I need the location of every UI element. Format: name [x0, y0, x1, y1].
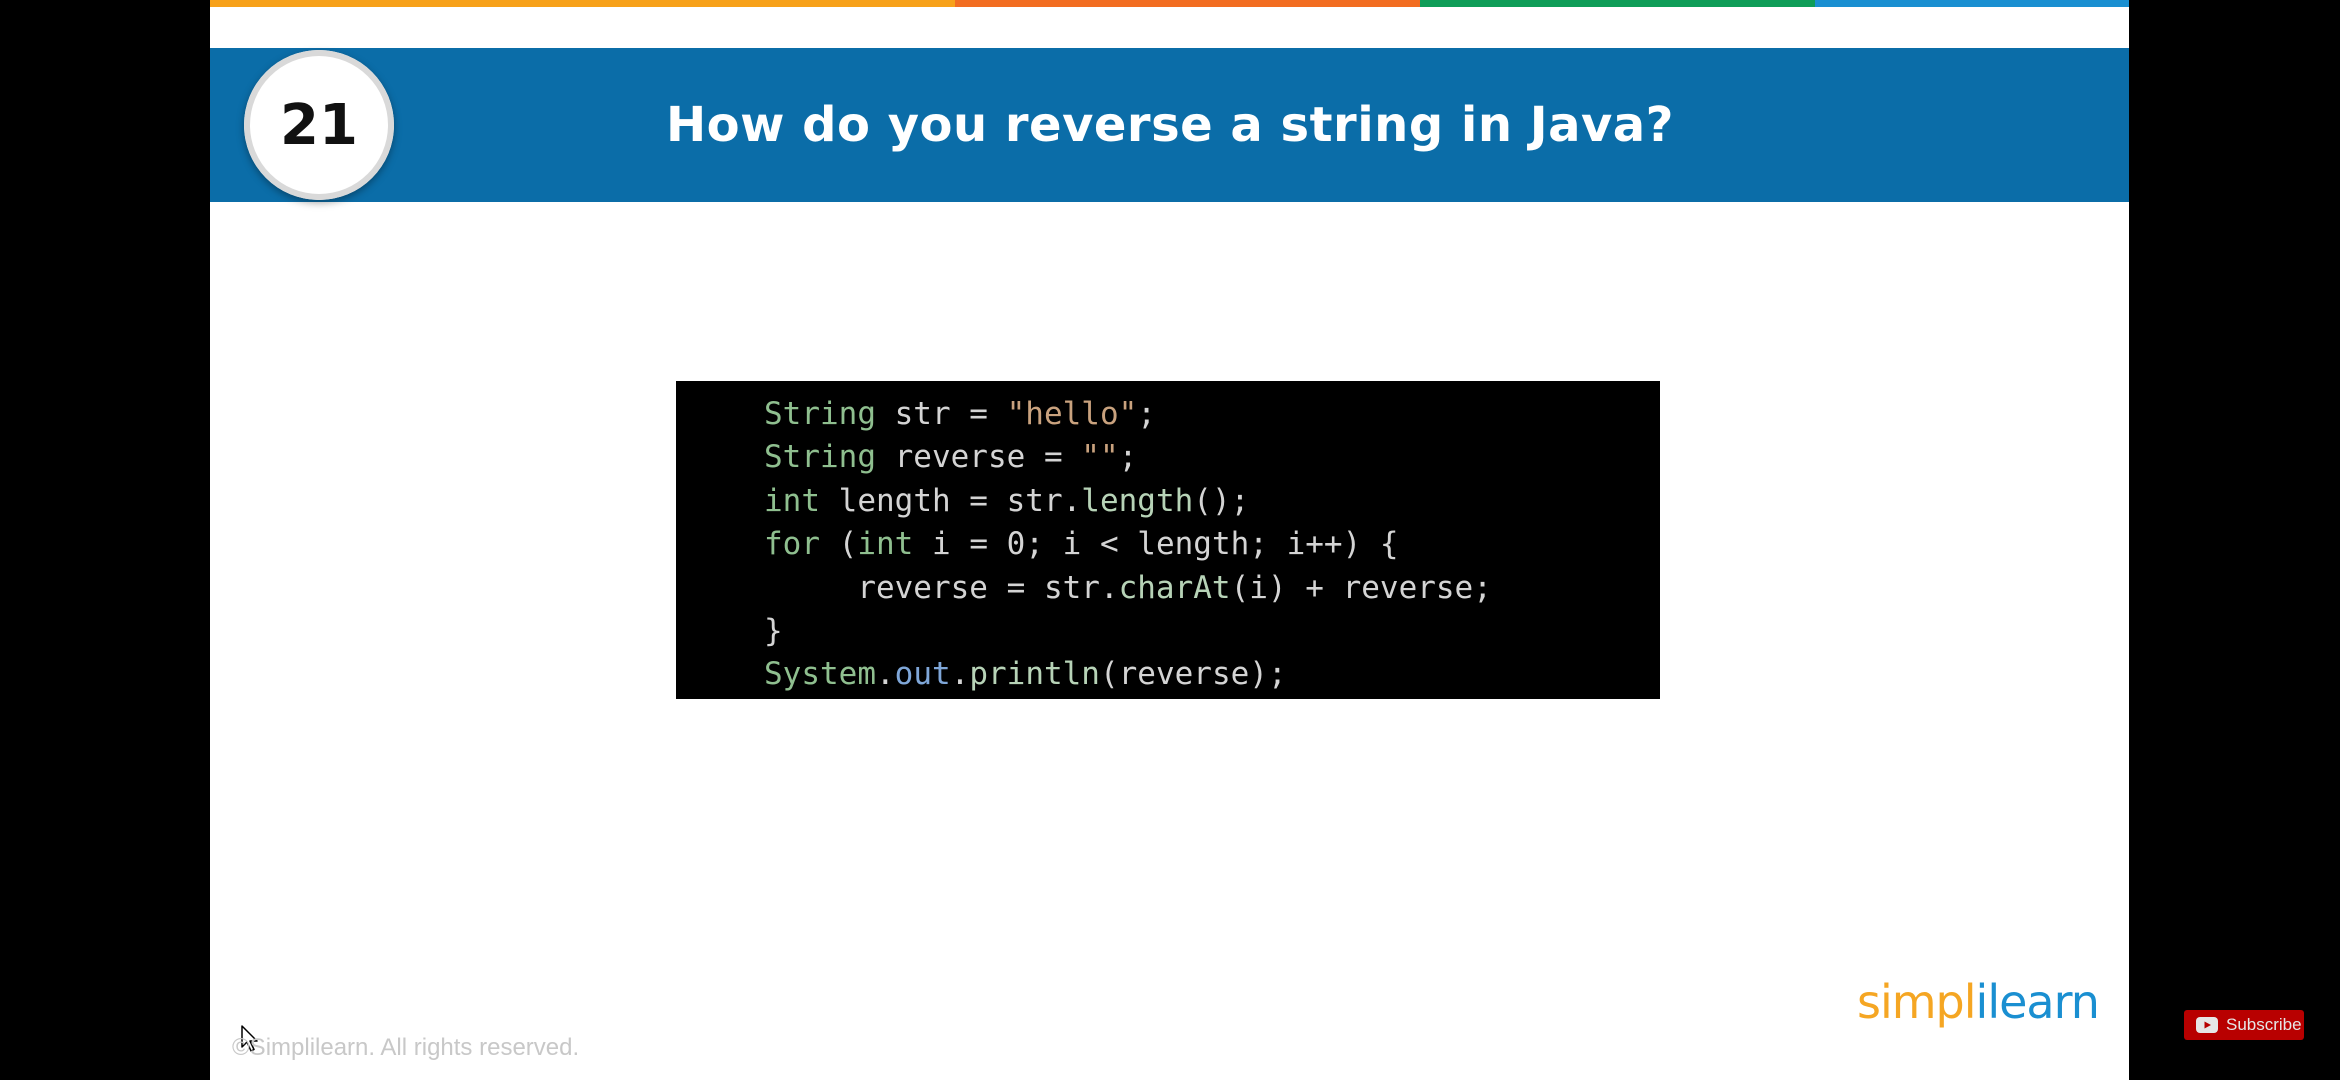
code-token: (i) + reverse;: [1230, 569, 1492, 606]
subscribe-button[interactable]: Subscribe: [2184, 1010, 2304, 1040]
code-token: ;: [1118, 439, 1138, 476]
logo-text-i: i: [1975, 975, 1989, 1029]
code-token: String: [764, 396, 876, 432]
video-player[interactable]: 21 How do you reverse a string in Java? …: [0, 0, 2340, 1080]
code-token: String: [764, 439, 876, 476]
slide-title: How do you reverse a string in Java?: [665, 97, 1675, 153]
subscribe-label: Subscribe: [2226, 1015, 2302, 1034]
code-token: println: [969, 656, 1100, 693]
code-token: length: [1081, 482, 1194, 519]
code-token: }: [764, 612, 783, 649]
code-token: System: [764, 656, 876, 693]
code-token: "": [1081, 439, 1119, 476]
youtube-play-icon: [2196, 1017, 2218, 1033]
code-token: length = str.: [820, 482, 1082, 519]
code-line: String reverse = "";: [764, 436, 1660, 479]
logo-text-simpl: simpl: [1857, 975, 1977, 1029]
code-token: reverse =: [875, 439, 1082, 476]
code-line: }: [764, 610, 1660, 653]
code-line: System.out.println(reverse);: [764, 653, 1660, 696]
code-token: (: [820, 526, 858, 563]
stripe-segment-red-orange: [955, 0, 1420, 7]
code-token: ();: [1193, 482, 1250, 519]
code-line: reverse = str.charAt(i) + reverse;: [764, 567, 1660, 610]
code-line: for (int i = 0; i < length; i++) {: [764, 523, 1660, 566]
simplilearn-logo: simpl i learn: [1857, 975, 2100, 1045]
code-token: .: [875, 656, 895, 693]
code-token: for: [764, 526, 820, 563]
code-block: String str = "hello"; String reverse = ""…: [676, 381, 1660, 699]
code-line: int length = str.length();: [764, 480, 1660, 523]
code-token: .: [950, 656, 970, 693]
code-token: int: [857, 526, 914, 563]
code-token: int: [764, 482, 820, 519]
code-token: str =: [875, 396, 1007, 432]
code-token: reverse = str.: [764, 569, 1119, 606]
question-number-badge: 21: [244, 50, 394, 200]
stripe-segment-orange: [210, 0, 955, 7]
stripe-segment-blue: [1815, 0, 2129, 7]
copyright-notice: ©Simplilearn. All rights reserved.: [232, 1034, 580, 1061]
code-token: out: [894, 656, 951, 693]
stripe-segment-green: [1420, 0, 1815, 7]
color-stripe: [210, 0, 2129, 7]
code-token: (reverse);: [1099, 656, 1287, 693]
slide: 21 How do you reverse a string in Java? …: [210, 0, 2129, 1080]
code-token: charAt: [1118, 569, 1231, 606]
code-token: "hello": [1006, 396, 1138, 432]
code-token: i = 0; i < length; i++) {: [913, 526, 1399, 563]
code-token: ;: [1137, 396, 1156, 432]
logo-text-learn: learn: [1987, 975, 2100, 1029]
code-line: String str = "hello";: [764, 393, 1660, 436]
